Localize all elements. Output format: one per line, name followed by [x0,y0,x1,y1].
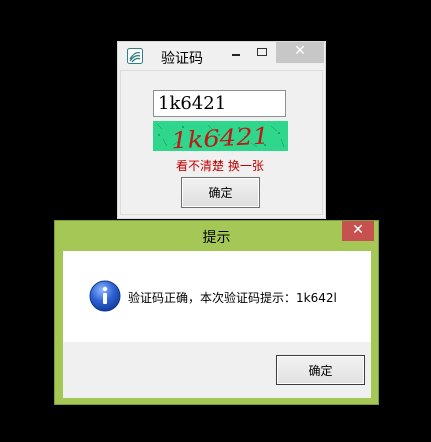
app-icon [127,48,143,64]
captcha-window-titlebar[interactable]: 验证码 ✕ [118,42,325,70]
dialog-ok-button[interactable]: 确定 [276,355,365,385]
minimize-button[interactable] [224,42,248,64]
captcha-window: 验证码 ✕ 1k6421 看不清楚 换一张 确定 [117,41,326,219]
captcha-text: 1k6421 [171,123,270,151]
close-button[interactable]: ✕ [276,42,324,63]
confirm-button[interactable]: 确定 [181,177,260,208]
dialog-close-button[interactable]: ✕ [342,221,374,241]
message-dialog: 提示 ✕ 验证码正确，本次验证码提示：1k642l 确定 [54,220,379,405]
dialog-message: 验证码正确，本次验证码提示：1k642l [128,291,337,305]
refresh-captcha-link[interactable]: 看不清楚 换一张 [176,157,264,174]
close-icon: ✕ [352,222,364,238]
dialog-title: 提示 [202,230,231,246]
dialog-message-area: 验证码正确，本次验证码提示：1k642l [63,251,371,342]
dialog-body: 验证码正确，本次验证码提示：1k642l 确定 [63,251,371,398]
info-icon [89,280,121,312]
captcha-window-title: 验证码 [161,51,203,67]
captcha-input[interactable] [153,90,286,117]
close-icon: ✕ [294,43,306,59]
captcha-image[interactable]: 1k6421 [153,121,288,151]
maximize-button[interactable] [250,42,274,64]
